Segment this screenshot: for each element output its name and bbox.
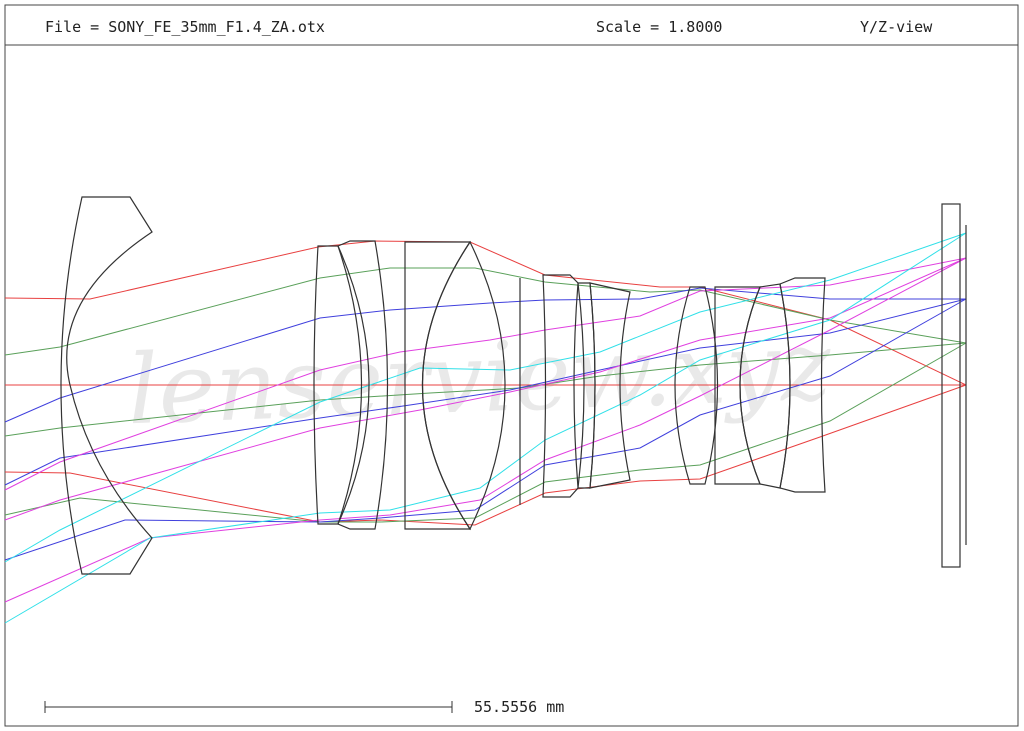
optical-layout-diagram: File = SONY_FE_35mm_F1.4_ZA.otx Scale = … <box>4 4 1019 727</box>
view-label: Y/Z-view <box>860 18 933 36</box>
scale-bar: 55.5556 mm <box>44 698 564 716</box>
scale-bar-label: 55.5556 mm <box>474 698 564 716</box>
watermark-text: lenserview.xyz <box>126 310 834 447</box>
file-name-label: File = SONY_FE_35mm_F1.4_ZA.otx <box>45 18 325 36</box>
scale-label: Scale = 1.8000 <box>596 18 722 36</box>
